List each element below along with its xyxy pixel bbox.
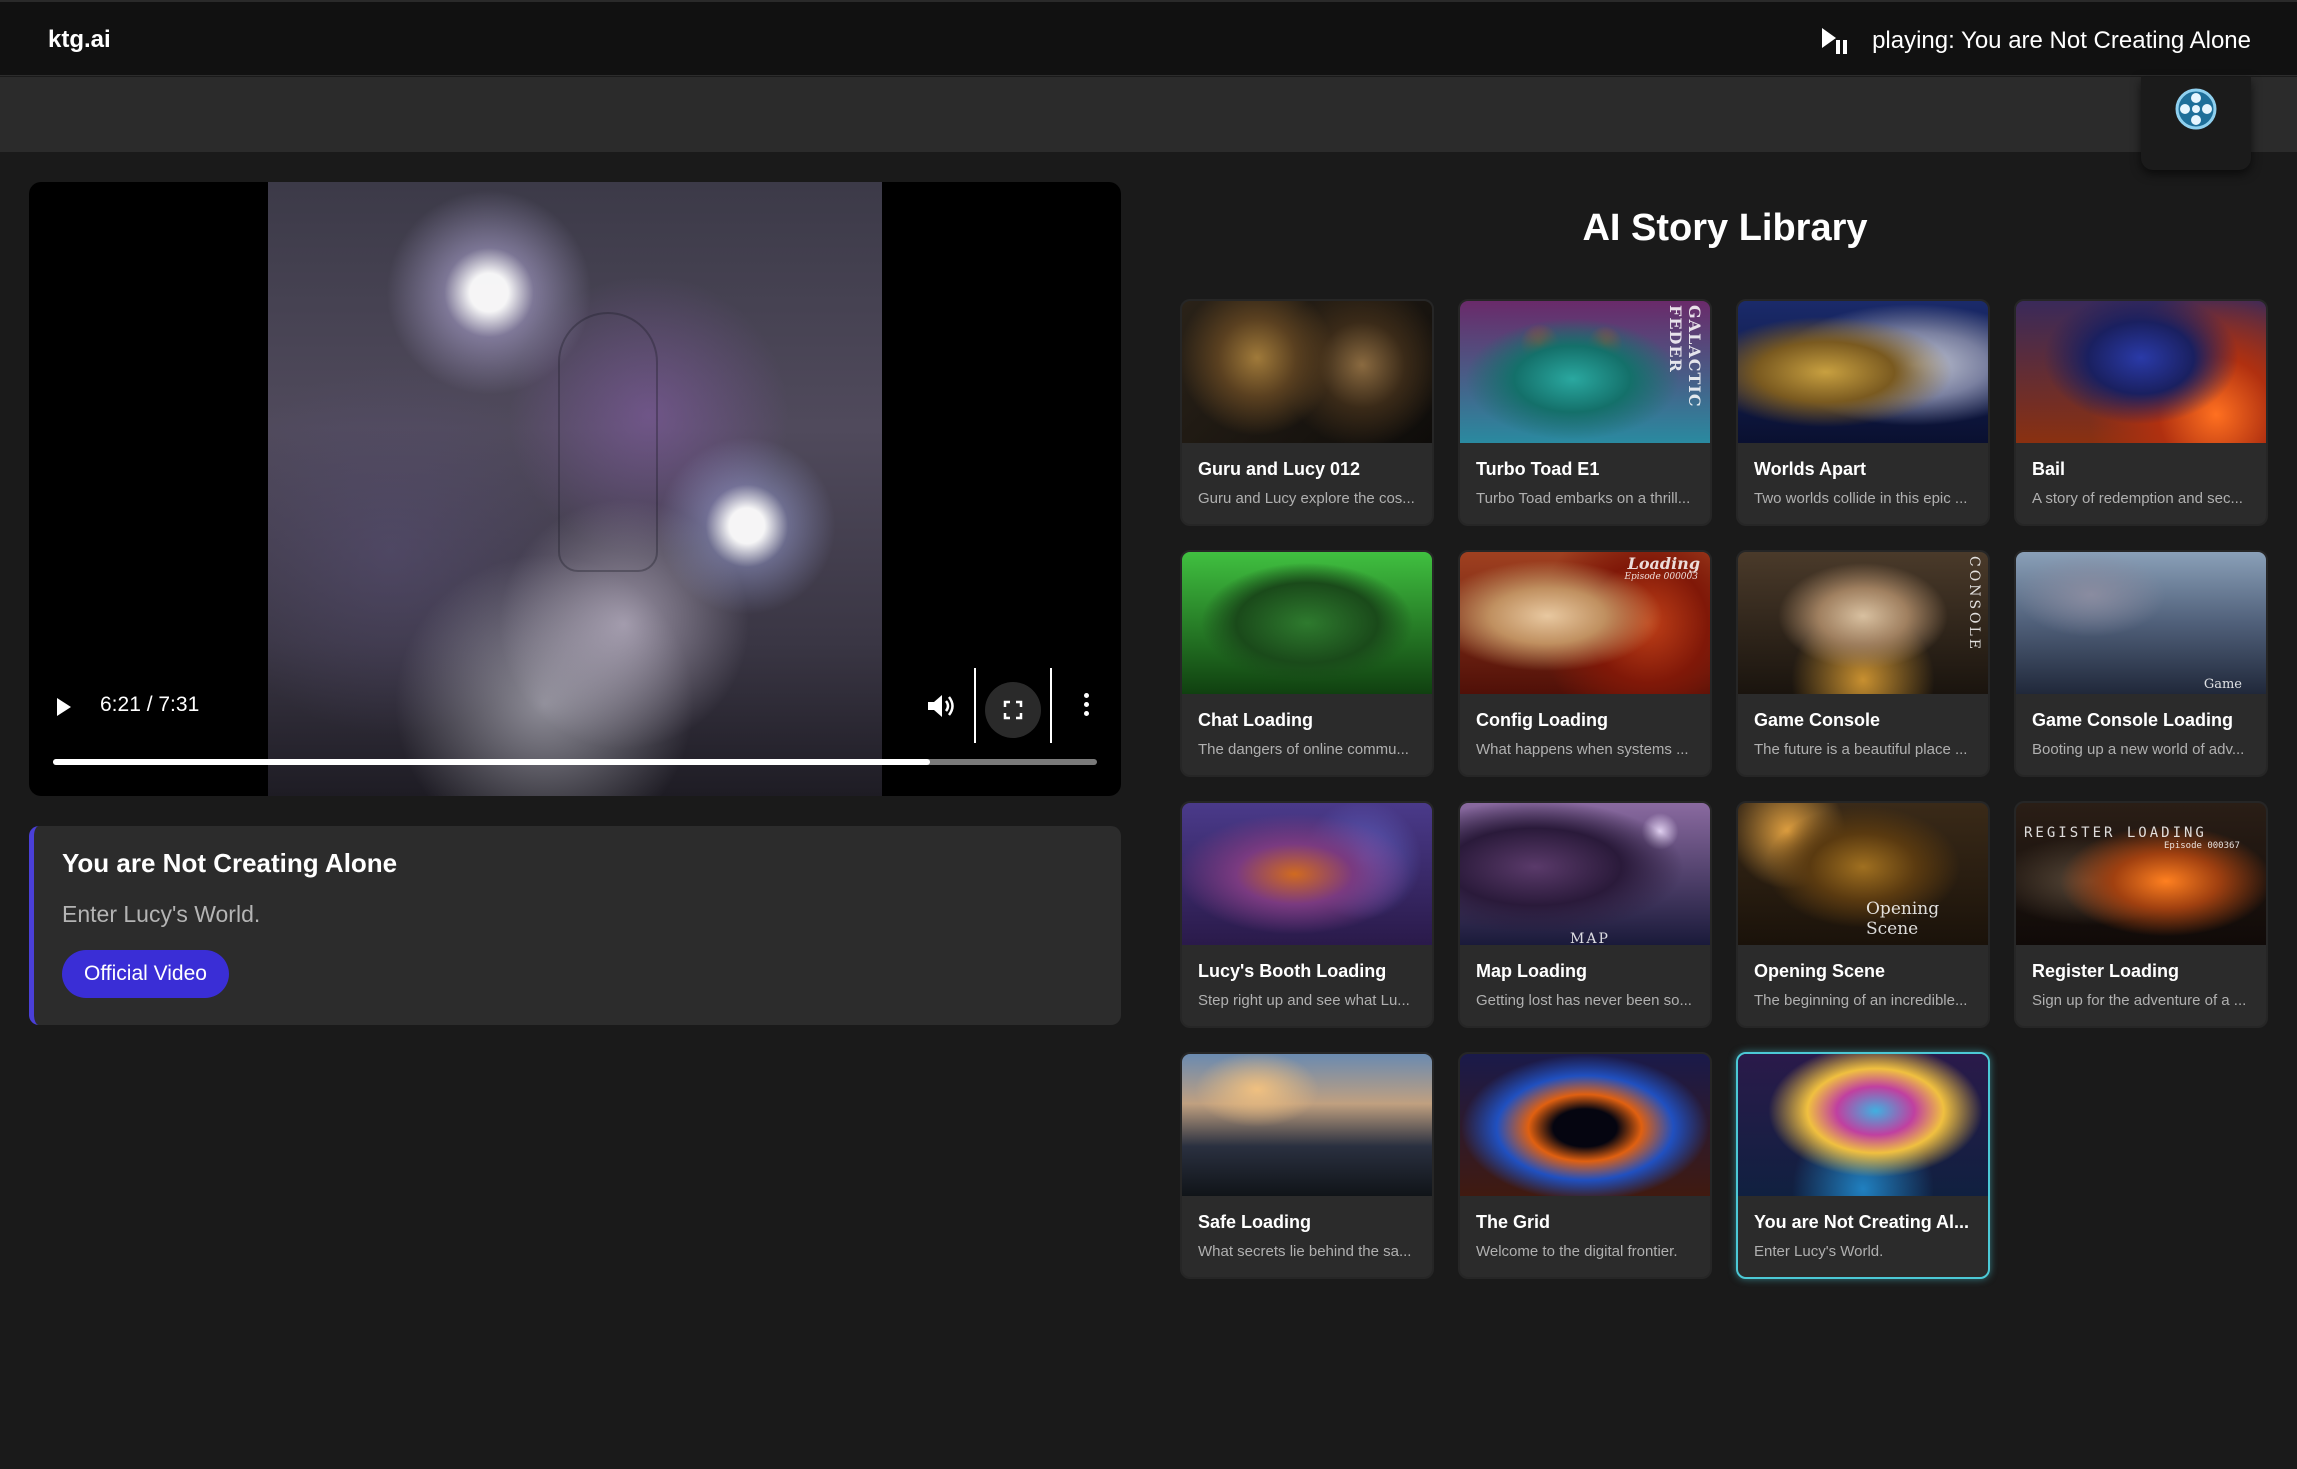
card-description: The beginning of an incredible... [1754, 992, 1968, 1009]
card-title: The Grid [1476, 1212, 1551, 1232]
thumbnail-overlay-subtext: Episode 000367 [2164, 841, 2240, 851]
card-thumbnail: MAP [1460, 803, 1710, 945]
play-icon[interactable] [57, 698, 71, 716]
top-bar: ktg.ai playing: You are Not Creating Alo… [0, 0, 2297, 76]
card-description: Turbo Toad embarks on a thrill... [1476, 490, 1691, 507]
card-thumbnail [1182, 552, 1432, 694]
card-title: Game Console [1754, 710, 1881, 730]
library-card[interactable]: Game Game Console Loading Booting up a new… [2014, 550, 2268, 777]
card-title: Register Loading [2032, 961, 2180, 981]
library-card[interactable]: MAP Map Loading Getting lost has never bee… [1458, 801, 1712, 1028]
card-title: Opening Scene [1754, 961, 1886, 981]
video-time: 6:21 / 7:31 [100, 693, 200, 716]
video-figure [558, 312, 658, 572]
card-description: Welcome to the digital frontier. [1476, 1243, 1678, 1260]
library-card[interactable]: GALACTIC FEDER Turbo Toad E1 Turbo Toad em… [1458, 299, 1712, 526]
card-title: Config Loading [1476, 710, 1608, 730]
fullscreen-icon [1003, 700, 1023, 720]
card-description: The dangers of online commu... [1198, 741, 1409, 758]
library-card[interactable]: Safe Loading What secrets lie behind the … [1180, 1052, 1434, 1279]
card-title: Turbo Toad E1 [1476, 459, 1600, 479]
thumbnail-overlay-text: Game [2203, 677, 2242, 692]
card-description: What secrets lie behind the sa... [1198, 1243, 1412, 1260]
card-description: Two worlds collide in this epic ... [1754, 490, 1968, 507]
card-thumbnail: Opening Scene [1738, 803, 1988, 945]
brand-logo[interactable]: ktg.ai [48, 26, 111, 54]
card-description: Sign up for the adventure of a ... [2032, 992, 2247, 1009]
library-title: AI Story Library [1582, 207, 1868, 249]
card-thumbnail [1738, 301, 1988, 443]
now-showing-title: You are Not Creating Alone [62, 848, 398, 878]
library-card[interactable]: Guru and Lucy 012 Guru and Lucy explore t… [1180, 299, 1434, 526]
library-card[interactable]: Lucy's Booth Loading Step right up and se… [1180, 801, 1434, 1028]
video-controls: 6:21 / 7:31 [29, 662, 1121, 796]
card-title: Safe Loading [1198, 1212, 1312, 1232]
library-grid: Guru and Lucy 012 Guru and Lucy explore t… [1180, 299, 2272, 1279]
card-thumbnail: CONSOLE [1738, 552, 1988, 694]
card-description: Getting lost has never been so... [1476, 992, 1692, 1009]
card-thumbnail [2016, 301, 2266, 443]
thumbnail-overlay-subtext: Episode 000003 [1624, 572, 1698, 582]
card-description: What happens when systems ... [1476, 741, 1689, 758]
library-card[interactable]: Loading Episode 000003 Config Loading What … [1458, 550, 1712, 777]
card-title: Chat Loading [1198, 710, 1313, 730]
more-vert-icon[interactable] [1082, 693, 1090, 719]
now-playing-label: playing: You are Not Creating Alone [1872, 27, 2251, 54]
now-showing-subtitle: Enter Lucy's World. [62, 901, 261, 927]
thumbnail-overlay-text: Opening Scene [1866, 899, 1940, 939]
now-playing: playing: You are Not Creating Alone [1820, 26, 2251, 56]
card-title: Bail [2032, 459, 2066, 479]
card-thumbnail: GALACTIC FEDER [1460, 301, 1710, 443]
card-thumbnail [1738, 1054, 1988, 1196]
thumbnail-overlay-text: Loading [1627, 554, 1700, 573]
progress-fill [53, 759, 930, 765]
card-title: Game Console Loading [2032, 710, 2234, 730]
progress-bar[interactable] [53, 759, 1097, 765]
library-card[interactable]: The Grid Welcome to the digital frontier. [1458, 1052, 1712, 1279]
card-description: Guru and Lucy explore the cos... [1198, 490, 1415, 507]
card-thumbnail: REGISTER LOADING Episode 000367 [2016, 803, 2266, 945]
card-thumbnail [1182, 1054, 1432, 1196]
thumbnail-overlay-text: CONSOLE [1966, 556, 1982, 653]
card-thumbnail [1182, 803, 1432, 945]
now-showing-card: You are Not Creating Alone Enter Lucy's … [29, 826, 1121, 1025]
library-card[interactable]: CONSOLE Game Console The future is a beaut… [1736, 550, 1990, 777]
card-title: Lucy's Booth Loading [1198, 961, 1387, 981]
card-thumbnail [1460, 1054, 1710, 1196]
card-description: Step right up and see what Lu... [1198, 992, 1410, 1009]
official-video-button[interactable]: Official Video [62, 950, 229, 998]
card-thumbnail [1182, 301, 1432, 443]
card-title: Guru and Lucy 012 [1198, 459, 1361, 479]
thumbnail-overlay-text: GALACTIC FEDER [1666, 305, 1704, 408]
library-card[interactable]: Chat Loading The dangers of online commu.… [1180, 550, 1434, 777]
play-pause-icon[interactable] [1820, 26, 1848, 56]
card-description: Enter Lucy's World. [1754, 1243, 1884, 1260]
volume-icon[interactable] [926, 692, 956, 720]
fullscreen-button[interactable] [985, 682, 1041, 738]
thumbnail-overlay-text: REGISTER LOADING [2024, 825, 2207, 841]
card-description: The future is a beautiful place ... [1754, 741, 1968, 758]
film-reel-button[interactable] [2141, 77, 2251, 170]
sub-bar [0, 77, 2297, 152]
card-title: You are Not Creating Al... [1754, 1212, 1970, 1232]
library-card[interactable]: Worlds Apart Two worlds collide in this e… [1736, 299, 1990, 526]
card-title: Worlds Apart [1754, 459, 1867, 479]
film-reel-icon [2175, 88, 2217, 130]
library-card[interactable]: You are Not Creating Al... Enter Lucy's W… [1736, 1052, 1990, 1279]
card-description: A story of redemption and sec... [2032, 490, 2243, 507]
thumbnail-overlay-text: MAP [1570, 931, 1610, 945]
card-thumbnail: Game [2016, 552, 2266, 694]
card-description: Booting up a new world of adv... [2032, 741, 2245, 758]
library-card[interactable]: Opening Scene Opening Scene The beginning … [1736, 801, 1990, 1028]
card-title: Map Loading [1476, 961, 1587, 981]
library-card[interactable]: REGISTER LOADING Episode 000367 Register L… [2014, 801, 2268, 1028]
card-thumbnail: Loading Episode 000003 [1460, 552, 1710, 694]
video-player[interactable]: 6:21 / 7:31 [29, 182, 1121, 796]
library-card[interactable]: Bail A story of redemption and sec... [2014, 299, 2268, 526]
